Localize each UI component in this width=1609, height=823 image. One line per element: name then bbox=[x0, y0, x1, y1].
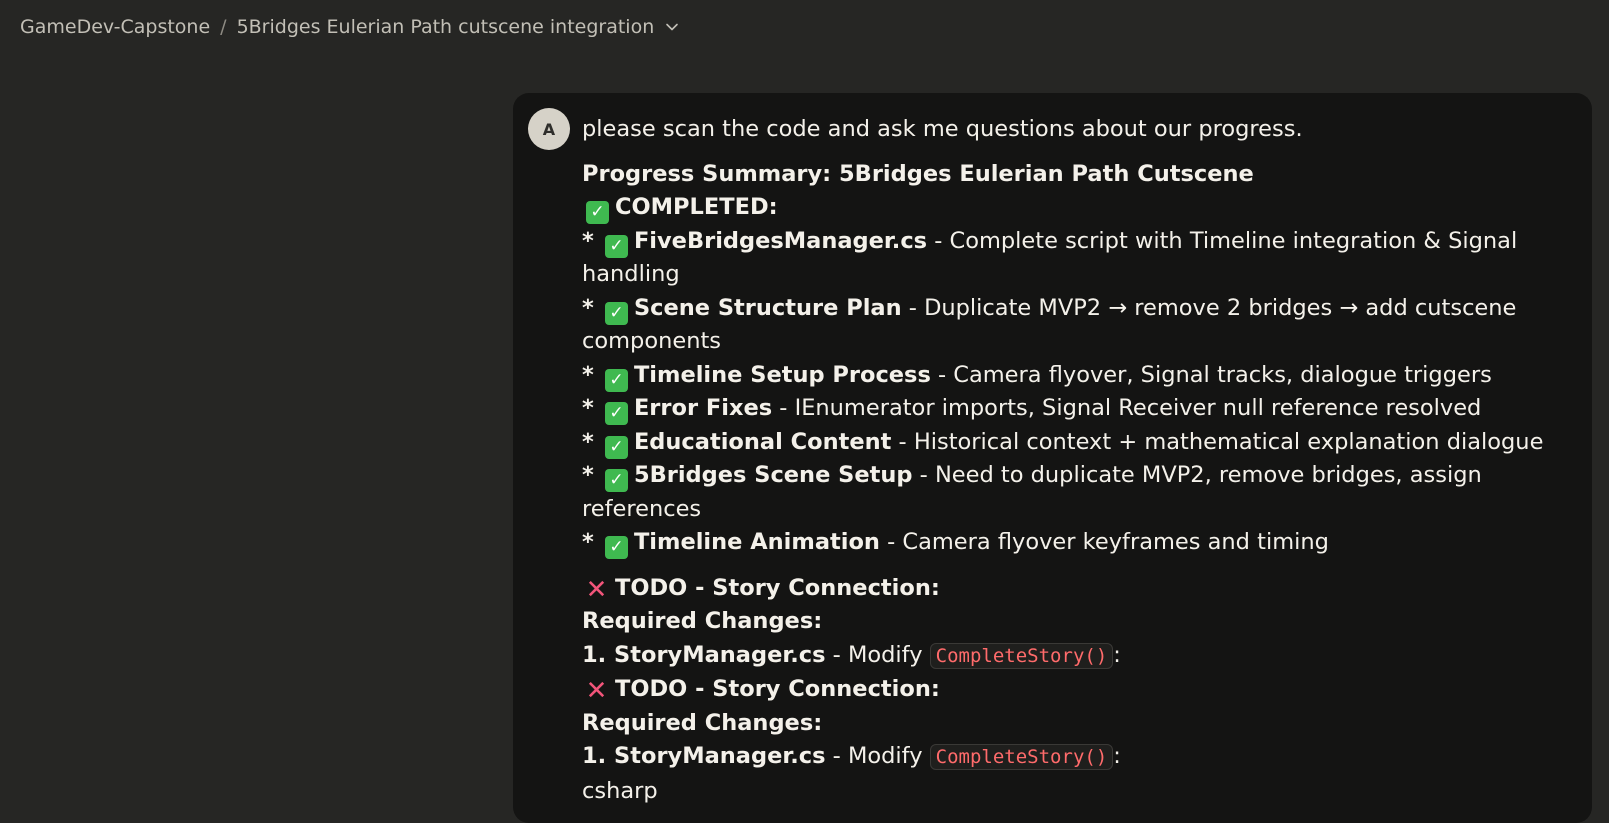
item-desc: - Camera flyover, Signal tracks, dialogu… bbox=[930, 361, 1492, 388]
check-icon: ✓ bbox=[604, 301, 628, 325]
required-changes-label: Required Changes: bbox=[582, 709, 823, 736]
item-name: FiveBridgesManager.cs bbox=[633, 227, 928, 254]
breadcrumb-separator: / bbox=[220, 16, 227, 38]
completed-heading: ✓ COMPLETED: bbox=[582, 191, 1582, 225]
item-name: 5Bridges Scene Setup bbox=[633, 462, 913, 488]
list-item: * ✓ 5Bridges Scene Setup - Need to duplic… bbox=[582, 462, 1482, 522]
check-icon: ✓ bbox=[586, 201, 609, 225]
avatar[interactable]: A bbox=[528, 108, 570, 150]
check-icon: ✓ bbox=[604, 234, 628, 258]
list-item: * ✓ Error Fixes - IEnumerator imports, Si… bbox=[582, 392, 1582, 426]
check-icon: ✓ bbox=[604, 435, 628, 459]
step-item: 1. StoryManager.cs - Modify CompleteStor… bbox=[582, 743, 1121, 770]
list-item: * ✓ Timeline Animation - Camera flyover k… bbox=[582, 526, 1582, 560]
check-icon: ✓ bbox=[604, 536, 628, 560]
chat-title[interactable]: 5Bridges Eulerian Path cutscene integrat… bbox=[237, 16, 655, 38]
item-name: Timeline Animation bbox=[633, 529, 880, 555]
code-language-label: csharp bbox=[582, 777, 658, 804]
todo-heading: ✕ TODO - Story Connection: bbox=[585, 574, 940, 605]
check-icon: ✓ bbox=[604, 368, 628, 392]
summary-title: Progress Summary: 5Bridges Eulerian Path… bbox=[582, 160, 1254, 187]
list-item: * ✓ Scene Structure Plan - Duplicate MVP2… bbox=[582, 294, 1517, 355]
cross-icon: ✕ bbox=[585, 574, 608, 605]
breadcrumb-project[interactable]: GameDev-Capstone bbox=[20, 16, 210, 38]
user-message: A please scan the code and ask me questi… bbox=[513, 93, 1592, 823]
item-name: Error Fixes bbox=[633, 395, 773, 421]
cross-icon: ✕ bbox=[585, 676, 608, 706]
chevron-down-icon[interactable] bbox=[662, 17, 682, 37]
item-name: Scene Structure Plan bbox=[633, 294, 902, 321]
item-desc: - IEnumerator imports, Signal Receiver n… bbox=[772, 395, 1482, 421]
item-name: Educational Content bbox=[633, 428, 892, 455]
todo-heading: ✕ TODO - Story Connection: bbox=[585, 676, 940, 706]
required-changes-label: Required Changes: bbox=[582, 608, 823, 634]
prompt-text: please scan the code and ask me question… bbox=[582, 116, 1303, 142]
inline-code: CompleteStory() bbox=[929, 642, 1114, 669]
message-content: please scan the code and ask me question… bbox=[582, 113, 1582, 808]
step-item: 1. StoryManager.cs - Modify CompleteStor… bbox=[582, 641, 1121, 669]
item-desc: - Camera flyover keyframes and timing bbox=[879, 529, 1329, 555]
list-item: * ✓ Timeline Setup Process - Camera flyov… bbox=[582, 359, 1582, 393]
check-icon: ✓ bbox=[604, 402, 628, 426]
list-item: * ✓ Educational Content - Historical cont… bbox=[582, 426, 1582, 460]
list-item: * ✓ FiveBridgesManager.cs - Complete scri… bbox=[582, 227, 1518, 288]
item-name: Timeline Setup Process bbox=[633, 361, 931, 388]
breadcrumb: GameDev-Capstone / 5Bridges Eulerian Pat… bbox=[20, 12, 682, 42]
check-icon: ✓ bbox=[604, 469, 628, 493]
item-desc: - Historical context + mathematical expl… bbox=[891, 428, 1544, 455]
inline-code: CompleteStory() bbox=[929, 744, 1114, 770]
